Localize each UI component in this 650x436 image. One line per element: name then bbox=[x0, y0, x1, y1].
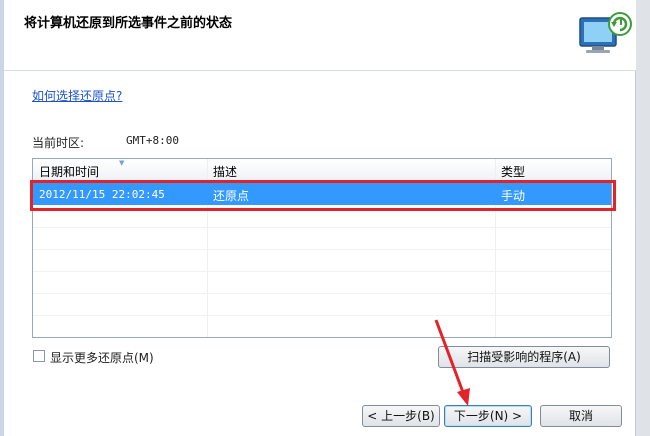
column-description[interactable]: 描述 bbox=[213, 163, 237, 180]
empty-row-line bbox=[33, 293, 611, 294]
sort-arrow-icon: ▼ bbox=[119, 159, 125, 167]
timezone-label: 当前时区: bbox=[32, 136, 85, 150]
column-date[interactable]: 日期和时间 bbox=[39, 163, 99, 180]
empty-row-line bbox=[33, 227, 611, 228]
system-restore-icon bbox=[579, 12, 632, 53]
show-more-checkbox[interactable] bbox=[33, 350, 45, 362]
show-more-label[interactable]: 显示更多还原点(M) bbox=[50, 349, 154, 366]
header: 将计算机还原到所选事件之前的状态 bbox=[4, 0, 636, 70]
empty-row-line bbox=[33, 249, 611, 250]
cancel-button[interactable]: 取消 bbox=[540, 405, 622, 427]
page-title: 将计算机还原到所选事件之前的状态 bbox=[24, 16, 233, 31]
next-button[interactable]: 下一步(N) > bbox=[444, 405, 532, 427]
scan-affected-programs-button[interactable]: 扫描受影响的程序(A) bbox=[438, 346, 610, 368]
column-type[interactable]: 类型 bbox=[501, 163, 525, 180]
header-separator bbox=[4, 70, 636, 71]
help-link[interactable]: 如何选择还原点? bbox=[32, 87, 122, 104]
timezone-value: GMT+8:00 bbox=[126, 134, 179, 147]
back-button[interactable]: < 上一步(B) bbox=[362, 405, 440, 427]
empty-row-line bbox=[33, 315, 611, 316]
list-header: ▼ 日期和时间 描述 类型 bbox=[33, 159, 611, 182]
window-right-edge bbox=[635, 0, 650, 436]
empty-row-line bbox=[33, 271, 611, 272]
annotation-highlight-box bbox=[30, 180, 616, 211]
